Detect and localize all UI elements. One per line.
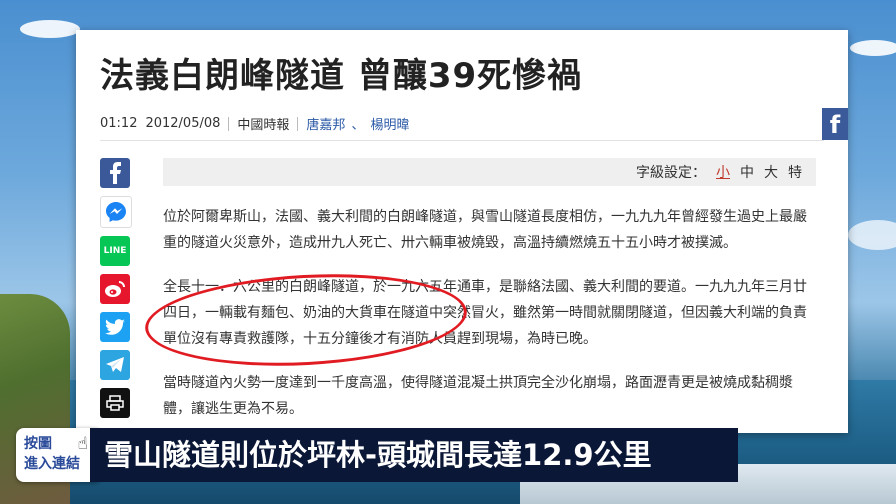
font-size-medium[interactable]: 中 (740, 162, 754, 182)
cloud (850, 40, 896, 56)
font-size-label: 字級設定： (636, 165, 706, 181)
print-icon[interactable] (100, 388, 130, 418)
article-meta: 01:12 2012/05/08 中國時報 唐嘉邦 、 楊明暐 (100, 114, 409, 133)
telegram-icon[interactable] (100, 350, 130, 380)
video-caption: 雪山隧道則位於坪林-頭城間長達12.9公里 (90, 428, 738, 482)
divider (100, 140, 824, 141)
article-screenshot: 法義白朗峰隧道 曾釀39死慘禍 01:12 2012/05/08 中國時報 唐嘉… (76, 30, 848, 433)
font-size-small[interactable]: 小 (716, 162, 730, 182)
paragraph: 位於阿爾卑斯山，法國、義大利間的白朗峰隧道，與雪山隧道長度相仿，一九九九年曾經發… (163, 209, 807, 251)
line-icon[interactable]: LINE (100, 236, 130, 266)
publish-date: 2012/05/08 (145, 116, 221, 131)
share-bar: LINE (100, 158, 132, 426)
publish-time: 01:12 (100, 116, 138, 131)
facebook-icon[interactable] (100, 158, 130, 188)
meta-divider (297, 116, 299, 131)
author-separator: 、 (351, 118, 365, 133)
facebook-icon[interactable]: f (822, 108, 848, 140)
font-size-extra[interactable]: 特 (788, 162, 802, 182)
twitter-icon[interactable] (100, 312, 130, 342)
meta-divider (228, 116, 230, 131)
weibo-icon[interactable] (100, 274, 130, 304)
messenger-icon[interactable] (100, 196, 132, 228)
article-title: 法義白朗峰隧道 曾釀39死慘禍 (100, 56, 583, 96)
author-link[interactable]: 唐嘉邦 (306, 114, 345, 133)
font-size-bar: 字級設定： 小 中 大 特 (163, 158, 816, 186)
font-size-large[interactable]: 大 (764, 162, 778, 182)
paragraph: 當時隧道內火勢一度達到一千度高溫，使得隧道混凝土拱頂完全沙化崩塌，路面瀝青更是被… (163, 375, 793, 417)
cloud (20, 20, 80, 38)
author-link[interactable]: 楊明暐 (370, 114, 409, 133)
cloud (848, 220, 896, 250)
pointer-hand-icon: ☝ (77, 434, 88, 454)
news-source: 中國時報 (237, 118, 290, 133)
